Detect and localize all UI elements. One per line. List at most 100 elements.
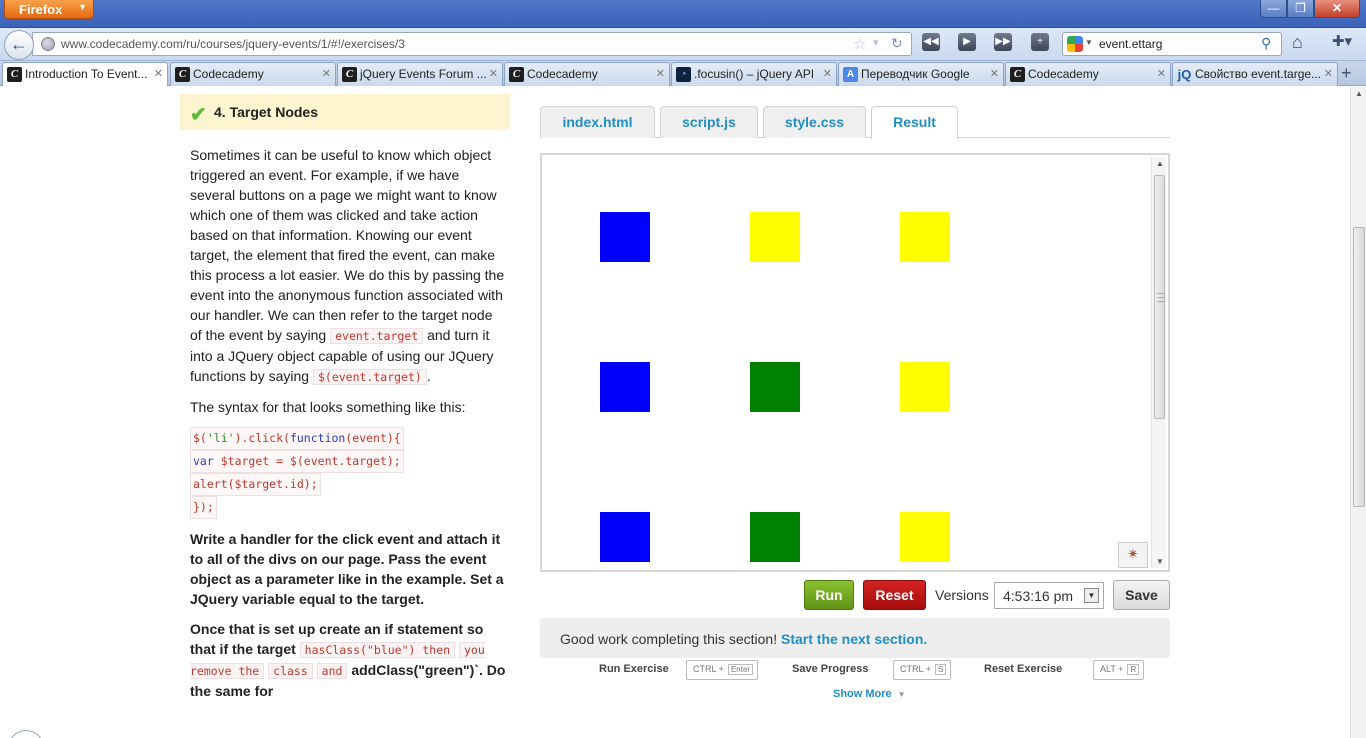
codecademy-icon: C <box>1010 67 1025 82</box>
tab-title: Свойство event.targe... <box>1195 67 1322 81</box>
history-dropdown-icon[interactable]: ▾ <box>873 36 879 49</box>
inline-code: class <box>268 663 313 679</box>
close-tab-icon[interactable]: ✕ <box>656 67 665 80</box>
green-square[interactable] <box>750 512 800 562</box>
completion-text: Good work completing this section! <box>560 631 778 647</box>
instruction-paragraph: Write a handler for the click event and … <box>190 531 504 607</box>
code-line: }); <box>190 496 217 519</box>
save-button[interactable]: Save <box>1113 580 1170 610</box>
shortcut-label-reset: Reset Exercise <box>984 663 1063 675</box>
scrollbar-thumb[interactable] <box>1353 227 1365 507</box>
browser-tab[interactable]: C Codecademy ✕ <box>504 62 670 86</box>
google-icon[interactable] <box>1067 36 1083 52</box>
tab-style-css[interactable]: style.css <box>763 106 866 138</box>
blue-square[interactable] <box>600 362 650 412</box>
scrollbar-thumb[interactable]: — — — <box>1154 175 1165 419</box>
back-button[interactable]: ← <box>4 30 34 60</box>
yellow-square[interactable] <box>900 512 950 562</box>
add-icon[interactable]: + <box>1031 33 1049 51</box>
search-bar[interactable]: ▼ event.ettarg ⚲ <box>1062 32 1282 56</box>
home-icon[interactable]: ⌂ <box>1292 32 1303 53</box>
previous-track-icon[interactable]: ◀◀ <box>922 33 940 51</box>
scroll-down-icon[interactable]: ▼ <box>1156 557 1164 566</box>
chevron-down-icon[interactable]: ▼ <box>1084 588 1099 603</box>
close-tab-icon[interactable]: ✕ <box>322 67 331 80</box>
yellow-square[interactable] <box>900 212 950 262</box>
chevron-down-icon[interactable]: ▼ <box>1085 38 1093 47</box>
blue-square[interactable] <box>600 212 650 262</box>
browser-tab[interactable]: A Переводчик Google ✕ <box>838 62 1004 86</box>
close-tab-icon[interactable]: ✕ <box>990 67 999 80</box>
versions-value: 4:53:16 pm <box>1003 588 1074 604</box>
close-window-button[interactable]: ✕ <box>1314 0 1360 18</box>
minimize-button[interactable]: — <box>1260 0 1287 18</box>
close-tab-icon[interactable]: ✕ <box>154 67 163 80</box>
yellow-square[interactable] <box>750 212 800 262</box>
shortcut-key-text: CTRL + <box>693 664 724 674</box>
green-square[interactable] <box>750 362 800 412</box>
tab-title: jQuery Events Forum ... <box>360 67 487 81</box>
tab-title: Introduction To Event... <box>25 67 148 81</box>
browser-tab[interactable]: ◔ .focusin() – jQuery API ✕ <box>671 62 837 86</box>
shortcut-key-run: CTRL + Enter <box>686 660 759 680</box>
close-tab-icon[interactable]: ✕ <box>1157 67 1166 80</box>
browser-tab[interactable]: C Codecademy ✕ <box>170 62 336 86</box>
search-input[interactable]: event.ettarg <box>1099 37 1162 51</box>
instruction-text: . <box>426 368 431 384</box>
tab-title: Переводчик Google <box>861 67 970 81</box>
run-button[interactable]: Run <box>804 580 854 610</box>
jquery-icon: jQ <box>1177 67 1192 82</box>
navigation-toolbar: www.codecademy.com/ru/courses/jquery-eve… <box>0 28 1366 61</box>
bug-report-icon[interactable]: ✴ <box>1118 542 1148 568</box>
reload-icon[interactable]: ↻ <box>891 35 903 52</box>
lesson-instructions: Sometimes it can be useful to know which… <box>190 145 506 711</box>
tab-script-js[interactable]: script.js <box>660 106 758 138</box>
tab-strip: C Introduction To Event... ✕ C Codecademy ✕ … <box>0 61 1366 86</box>
play-icon[interactable]: ▶ <box>958 33 976 51</box>
tab-result[interactable]: Result <box>871 106 958 139</box>
lesson-header: ✔ 4. Target Nodes <box>180 94 510 130</box>
browser-tab[interactable]: C Codecademy ✕ <box>1005 62 1171 86</box>
reset-button[interactable]: Reset <box>863 580 926 610</box>
close-tab-icon[interactable]: ✕ <box>823 67 832 80</box>
firefox-menu-button[interactable]: Firefox ▼ <box>4 0 94 19</box>
inline-code: and <box>316 663 348 679</box>
shortcut-key-text: ALT + <box>1100 664 1124 674</box>
next-track-icon[interactable]: ▶▶ <box>994 33 1012 51</box>
blue-square[interactable] <box>600 512 650 562</box>
codecademy-icon: C <box>342 67 357 82</box>
new-tab-button[interactable]: + <box>1341 63 1352 83</box>
instruction-text: Sometimes it can be useful to know which… <box>190 147 505 343</box>
grip-icon: — — — <box>1157 289 1165 306</box>
result-preview[interactable]: ▲ — — — ▼ ✴ <box>540 153 1170 572</box>
shortcut-key-save: CTRL + S <box>893 660 952 680</box>
close-tab-icon[interactable]: ✕ <box>1324 67 1333 80</box>
versions-select[interactable]: 4:53:16 pm ▼ <box>994 582 1104 609</box>
browser-tab[interactable]: C Introduction To Event... ✕ <box>2 62 168 86</box>
help-icon[interactable] <box>8 730 44 738</box>
browser-tab[interactable]: jQ Свойство event.targe... ✕ <box>1172 62 1338 86</box>
tab-title: Codecademy <box>527 67 598 81</box>
next-section-link[interactable]: Start the next section. <box>781 631 927 647</box>
yellow-square[interactable] <box>900 362 950 412</box>
maximize-button[interactable]: ❐ <box>1287 0 1314 18</box>
show-more-link[interactable]: Show More ▼ <box>833 688 906 700</box>
codecademy-icon: C <box>7 67 22 82</box>
star-icon[interactable]: ☆ <box>853 35 866 53</box>
scroll-up-icon[interactable]: ▲ <box>1355 89 1363 98</box>
page-scrollbar[interactable]: ▲ <box>1350 87 1366 738</box>
address-bar[interactable]: www.codecademy.com/ru/courses/jquery-eve… <box>32 32 912 56</box>
result-scrollbar[interactable]: ▲ — — — ▼ <box>1151 157 1166 568</box>
scroll-up-icon[interactable]: ▲ <box>1156 159 1164 168</box>
shortcut-key-sub: R <box>1127 664 1140 675</box>
url-text[interactable]: www.codecademy.com/ru/courses/jquery-eve… <box>61 37 405 51</box>
shortcut-key-text: CTRL + <box>900 664 931 674</box>
window-titlebar: Firefox ▼ — ❐ ✕ <box>0 0 1366 28</box>
close-tab-icon[interactable]: ✕ <box>489 67 498 80</box>
search-icon[interactable]: ⚲ <box>1261 35 1271 52</box>
tab-index-html[interactable]: index.html <box>540 106 655 138</box>
tab-title: Codecademy <box>1028 67 1099 81</box>
code-line: alert($target.id); <box>190 473 321 496</box>
browser-tab[interactable]: CjQuery Events Forum ... ✕ <box>337 62 503 86</box>
bookmarks-icon[interactable]: ✚▾ <box>1326 32 1358 54</box>
